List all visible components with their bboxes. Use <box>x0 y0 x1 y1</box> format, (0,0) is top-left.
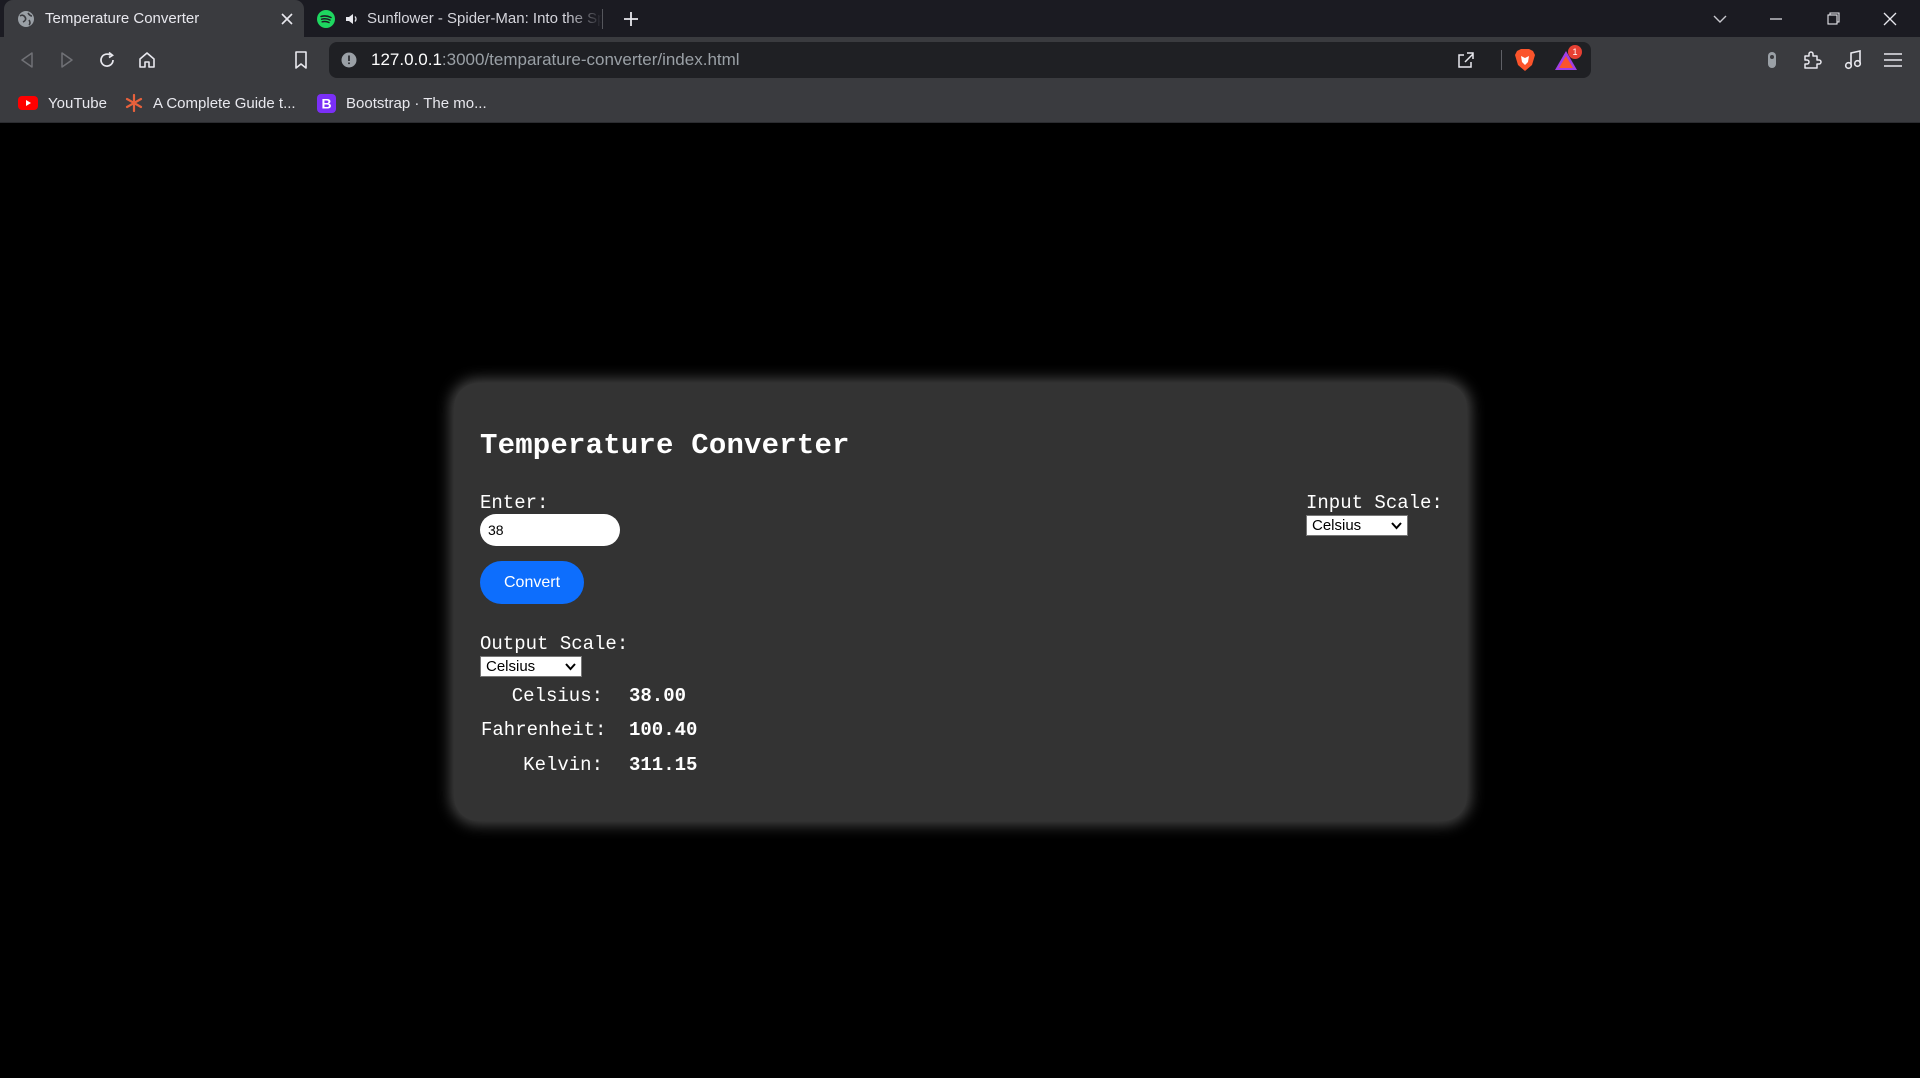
input-scale-value: Celsius <box>1312 517 1362 534</box>
bookmark-button[interactable] <box>284 43 318 77</box>
bookmark-label: YouTube <box>48 94 107 112</box>
result-label: Fahrenheit: <box>481 719 607 741</box>
browser-toolbar: 127.0.0.1:3000/temparature-converter/ind… <box>0 37 1920 83</box>
result-value: 100.40 <box>629 719 698 741</box>
extensions-button[interactable] <box>1795 43 1829 77</box>
result-label: Kelvin: <box>523 754 603 776</box>
close-tab-icon[interactable] <box>272 4 302 34</box>
restore-icon <box>1826 12 1840 25</box>
music-note-icon <box>1844 50 1862 70</box>
puzzle-icon <box>1804 51 1822 69</box>
rewards-badge: 1 <box>1568 45 1582 59</box>
chevron-down-icon <box>1391 522 1402 530</box>
close-window-button[interactable] <box>1862 0 1918 37</box>
back-arrow-icon <box>21 52 33 68</box>
svg-text:B: B <box>321 95 331 111</box>
bookmark-label: A Complete Guide t... <box>153 94 296 112</box>
brave-rewards-button[interactable]: 1 <box>1554 45 1582 72</box>
converter-card: Temperature Converter Enter: Convert Inp… <box>454 383 1467 821</box>
plus-icon <box>624 12 638 26</box>
bookmark-icon <box>295 51 307 69</box>
input-scale-label: Input Scale: <box>1306 492 1443 514</box>
home-button[interactable] <box>130 43 164 77</box>
restore-button[interactable] <box>1805 0 1861 37</box>
new-tab-button[interactable] <box>615 3 647 35</box>
enter-label: Enter: <box>480 492 549 514</box>
forward-arrow-icon <box>61 52 73 68</box>
url-text[interactable]: 127.0.0.1:3000/temparature-converter/ind… <box>371 50 740 70</box>
tab-sunflower[interactable]: Sunflower - Spider-Man: Into the Spider-… <box>304 0 602 37</box>
result-row-celsius: Celsius: 38.00 <box>481 684 686 708</box>
brave-shields-icon[interactable] <box>1514 48 1536 72</box>
output-scale-select[interactable]: Celsius <box>480 656 582 677</box>
chevron-down-icon <box>565 663 576 671</box>
url-host: 127.0.0.1 <box>371 50 442 69</box>
tab-strip: Temperature Converter Sunflower - Spider… <box>0 0 1920 37</box>
spotify-icon <box>317 9 335 28</box>
bookmark-complete-guide[interactable]: A Complete Guide t... <box>125 91 296 115</box>
result-row-fahrenheit: Fahrenheit: 100.40 <box>481 718 697 742</box>
bookmarks-bar: YouTube A Complete Guide t... B Bootstra… <box>0 83 1920 123</box>
bootstrap-icon: B <box>317 93 336 113</box>
youtube-icon <box>18 96 38 110</box>
tab-temperature-converter[interactable]: Temperature Converter <box>4 0 304 37</box>
minimize-icon <box>1770 17 1782 20</box>
tab-title: Temperature Converter <box>45 10 200 27</box>
speaker-icon[interactable] <box>345 12 359 26</box>
home-icon <box>139 52 155 68</box>
globe-icon <box>18 10 34 27</box>
hamburger-menu-icon <box>1884 53 1902 67</box>
address-bar[interactable]: 127.0.0.1:3000/temparature-converter/ind… <box>329 42 1591 78</box>
forward-button[interactable] <box>50 43 84 77</box>
input-scale-select[interactable]: Celsius <box>1306 515 1408 536</box>
tab-divider <box>602 9 603 29</box>
bookmark-label: Bootstrap · The mo... <box>346 94 487 112</box>
page-viewport: Temperature Converter Enter: Convert Inp… <box>0 124 1920 1078</box>
reload-icon <box>100 51 114 67</box>
url-path: :3000/temparature-converter/index.html <box>441 50 740 69</box>
tab-search-button[interactable] <box>1692 0 1748 37</box>
asterisk-icon <box>125 94 143 112</box>
result-value: 38.00 <box>629 685 687 707</box>
close-icon <box>1883 12 1897 25</box>
back-button[interactable] <box>10 43 44 77</box>
main-menu-button[interactable] <box>1876 43 1910 77</box>
result-row-kelvin: Kelvin: 311.15 <box>481 753 697 777</box>
page-title: Temperature Converter <box>480 429 850 462</box>
site-info-icon[interactable] <box>341 52 357 68</box>
reload-button[interactable] <box>90 43 124 77</box>
minimize-button[interactable] <box>1748 0 1804 37</box>
output-scale-label: Output Scale: <box>480 633 629 655</box>
bookmark-youtube[interactable]: YouTube <box>18 91 107 115</box>
result-value: 311.15 <box>629 754 698 776</box>
media-control-button[interactable] <box>1836 43 1870 77</box>
wallet-button[interactable] <box>1755 43 1789 77</box>
share-icon[interactable] <box>1456 50 1476 70</box>
temperature-input[interactable] <box>480 514 620 546</box>
result-label: Celsius: <box>511 685 603 707</box>
wallet-icon <box>1768 52 1776 68</box>
convert-button[interactable]: Convert <box>480 561 584 604</box>
bookmark-bootstrap[interactable]: B Bootstrap · The mo... <box>317 91 487 115</box>
tab-title: Sunflower - Spider-Man: Into the Spider-… <box>367 10 602 27</box>
address-bar-divider <box>1501 50 1502 70</box>
output-scale-value: Celsius <box>486 658 536 675</box>
chevron-down-icon <box>1713 15 1727 23</box>
